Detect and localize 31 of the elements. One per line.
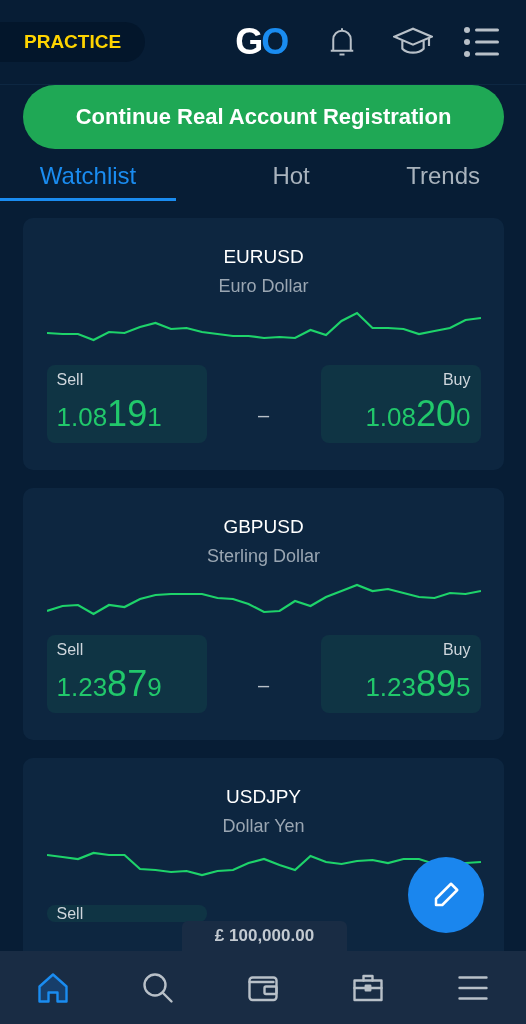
instrument-symbol: GBPUSD: [223, 516, 304, 538]
instrument-name: Dollar Yen: [222, 816, 305, 837]
tab[interactable]: Trends: [406, 161, 526, 201]
buy-panel[interactable]: Buy 1.08200: [320, 365, 481, 443]
price-value: 1.23895: [365, 663, 471, 705]
spread-value: –: [257, 403, 270, 427]
instrument-symbol: EURUSD: [223, 246, 304, 268]
spread-value: –: [257, 673, 270, 697]
sell-label: Sell: [56, 371, 84, 389]
sell-panel[interactable]: Sell: [46, 905, 207, 922]
buy-panel[interactable]: Buy 1.23895: [320, 635, 481, 713]
sell-label: Sell: [56, 905, 84, 922]
tab[interactable]: Hot: [203, 161, 380, 201]
buy-label: Buy: [442, 371, 471, 389]
instrument-card[interactable]: GBPUSD Sterling Dollar Sell 1.23879 – Buy 1.23895: [23, 488, 504, 740]
app-logo: GO: [235, 21, 288, 63]
sell-label: Sell: [56, 641, 84, 659]
price-value: 1.23879: [56, 663, 162, 705]
sell-panel[interactable]: Sell 1.23879: [46, 635, 207, 713]
tab[interactable]: Watchlist: [0, 161, 176, 201]
list-menu-button[interactable]: [463, 26, 500, 58]
instrument-name: Sterling Dollar: [206, 546, 320, 567]
instrument-card[interactable]: EURUSD Euro Dollar Sell 1.08191 – Buy 1.08200: [23, 218, 504, 470]
instrument-name: Euro Dollar: [218, 276, 309, 297]
practice-badge: PRACTICE: [0, 22, 146, 62]
balance-label: £ 100,000.00: [182, 921, 347, 951]
price-value: 1.08200: [365, 393, 471, 435]
sell-panel[interactable]: Sell 1.08191: [46, 365, 207, 443]
instrument-symbol: USDJPY: [226, 786, 301, 808]
price-value: 1.08191: [56, 393, 162, 435]
buy-label: Buy: [442, 641, 471, 659]
